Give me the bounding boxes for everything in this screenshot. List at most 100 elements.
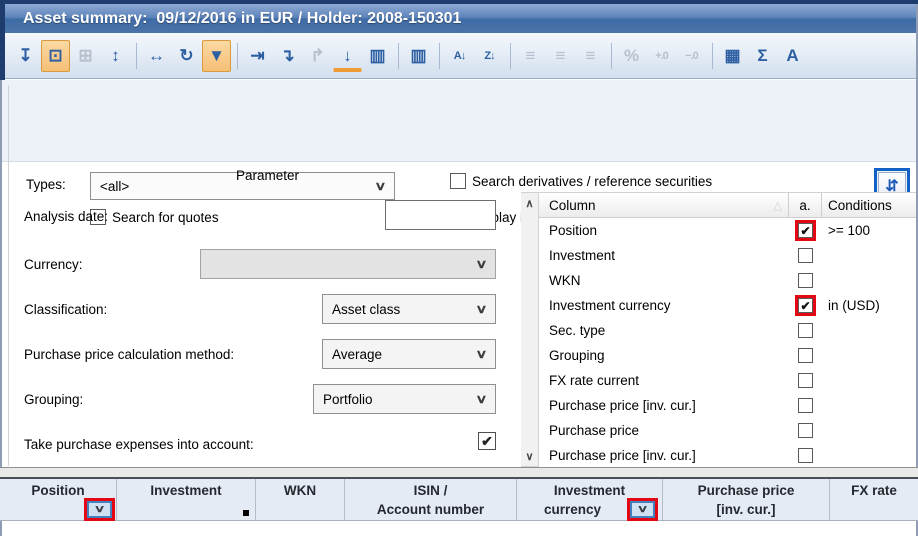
result-column-isin-account[interactable]: ISIN / Account number xyxy=(345,479,517,520)
column-condition[interactable]: in (USD) xyxy=(822,298,916,313)
sort-descending-icon[interactable]: Z↓ xyxy=(475,40,504,72)
toolbar-separator xyxy=(398,43,399,69)
asset-summary-window: Asset summary: 09/12/2016 in EUR / Holde… xyxy=(0,0,918,536)
grouping-value: Portfolio xyxy=(323,392,373,407)
position-filter-button[interactable]: ∨ xyxy=(87,501,112,518)
marker-column-icon[interactable]: ▥ xyxy=(404,40,433,72)
column-panel-scrollbar[interactable]: ∧ ∨ xyxy=(521,192,539,467)
column-row-grouping[interactable]: Grouping xyxy=(539,343,916,368)
align-middle-icon: ≡ xyxy=(546,40,575,72)
toolbar-separator xyxy=(136,43,137,69)
column-row-label[interactable]: Sec. type xyxy=(539,323,789,338)
column-row-position[interactable]: Position >= 100 xyxy=(539,218,916,243)
column-format-icon[interactable]: ▦ xyxy=(718,40,747,72)
column-row-investment-currency[interactable]: Investment currency in (USD) xyxy=(539,293,916,318)
refresh-icon[interactable]: ↻ xyxy=(172,40,201,72)
column-row-label[interactable]: Purchase price [inv. cur.] xyxy=(539,448,789,463)
search-derivatives-checkbox[interactable] xyxy=(450,173,466,189)
column-row-investment[interactable]: Investment xyxy=(539,243,916,268)
column-active-checkbox[interactable] xyxy=(798,373,813,388)
scroll-up-icon[interactable]: ∧ xyxy=(521,193,538,213)
analysis-date-input[interactable] xyxy=(385,200,496,230)
column-condition[interactable]: >= 100 xyxy=(822,223,916,238)
column-row-fx-rate-current[interactable]: FX rate current xyxy=(539,368,916,393)
column-row-purchase-price[interactable]: Purchase price xyxy=(539,418,916,443)
header-line1: ISIN / xyxy=(345,481,516,500)
column-row-sec-type[interactable]: Sec. type xyxy=(539,318,916,343)
filter-icon[interactable]: ▼ xyxy=(202,40,231,72)
column-row-label[interactable]: Purchase price [inv. cur.] xyxy=(539,398,789,413)
toolbar-separator xyxy=(510,43,511,69)
font-icon[interactable]: A xyxy=(778,40,807,72)
copy-structure-icon: ⊞ xyxy=(71,40,100,72)
column-row-label[interactable]: WKN xyxy=(539,273,789,288)
column-panel: Column △ a. Conditions Position >= 100 I… xyxy=(539,192,916,467)
column-row-label[interactable]: Grouping xyxy=(539,348,789,363)
purchase-method-label: Purchase price calculation method: xyxy=(24,347,234,362)
chart-columns-icon[interactable]: ▥ xyxy=(363,40,392,72)
column-row-wkn[interactable]: WKN xyxy=(539,268,916,293)
column-active-checkbox[interactable] xyxy=(798,273,813,288)
result-column-investment-currency[interactable]: Investment currency ∨ xyxy=(517,479,663,520)
result-column-investment[interactable]: Investment xyxy=(117,479,256,520)
sort-ascending-icon[interactable]: A↓ xyxy=(445,40,474,72)
column-active-checkbox[interactable] xyxy=(798,223,813,238)
result-column-fx-rate[interactable]: FX rate xyxy=(830,479,918,520)
column-active-checkbox[interactable] xyxy=(798,248,813,263)
purchase-method-dropdown[interactable]: Average ∨ xyxy=(322,339,496,369)
column-row-label[interactable]: Investment currency xyxy=(539,298,789,313)
export-report-icon[interactable]: ↧ xyxy=(11,40,40,72)
analysis-date-label: Analysis date: xyxy=(24,209,108,224)
groupbox-edge xyxy=(8,85,9,466)
column-active-checkbox[interactable] xyxy=(798,448,813,463)
percent-format-icon: % xyxy=(617,40,646,72)
conditions-header-cell[interactable]: Conditions xyxy=(822,193,916,217)
checkbox-wrap xyxy=(798,373,813,388)
drill-down-icon[interactable]: ↓ xyxy=(333,43,362,72)
column-header-cell[interactable]: Column △ xyxy=(539,193,789,217)
fit-width-icon[interactable]: ↔ xyxy=(142,40,171,72)
window-title: Asset summary: 09/12/2016 in EUR / Holde… xyxy=(23,10,461,28)
align-bottom-icon: ≡ xyxy=(576,40,605,72)
annotation-red-box: ∨ xyxy=(84,498,115,521)
column-active-checkbox[interactable] xyxy=(798,423,813,438)
column-row-label[interactable]: Investment xyxy=(539,248,789,263)
investment-currency-filter-button[interactable]: ∨ xyxy=(630,501,655,518)
grouping-dropdown[interactable]: Portfolio ∨ xyxy=(313,384,496,414)
insert-row-down-icon[interactable]: ↴ xyxy=(273,40,302,72)
result-column-position[interactable]: Position ∨ xyxy=(0,479,117,520)
column-row-label[interactable]: Position xyxy=(539,223,789,238)
classification-dropdown[interactable]: Asset class ∨ xyxy=(322,294,496,324)
active-header-cell[interactable]: a. xyxy=(789,193,822,217)
parameter-section-title: Parameter xyxy=(236,168,299,183)
column-active-checkbox[interactable] xyxy=(798,323,813,338)
chevron-down-icon: ∨ xyxy=(475,347,487,361)
column-row-purchase-price-inv-cur[interactable]: Purchase price [inv. cur.] xyxy=(539,393,916,418)
sum-icon[interactable]: Σ xyxy=(748,40,777,72)
scroll-down-icon[interactable]: ∨ xyxy=(521,446,538,466)
annotation-red-box: ∨ xyxy=(627,498,658,521)
sort-triangle-icon: △ xyxy=(774,199,782,212)
panel-divider xyxy=(0,467,918,477)
remove-decimal-icon: −.0 xyxy=(677,40,706,72)
search-derivatives-option: Search derivatives / reference securitie… xyxy=(450,173,712,189)
insert-column-right-icon[interactable]: ⇥ xyxy=(243,40,272,72)
checkbox-wrap xyxy=(798,323,813,338)
column-active-checkbox[interactable] xyxy=(798,348,813,363)
column-row-label[interactable]: Purchase price xyxy=(539,423,789,438)
column-active-checkbox[interactable] xyxy=(798,398,813,413)
column-row-purchase-price-inv-cur-2[interactable]: Purchase price [inv. cur.] xyxy=(539,443,916,468)
grouping-label: Grouping: xyxy=(24,392,83,407)
toolbar: ↧ ⊡ ⊞ ↕ ↔ ↻ ▼ ⇥ ↴ ↱ ↓ ▥ ▥ A↓ Z↓ ≡ ≡ ≡ % … xyxy=(5,33,916,79)
checkbox-wrap xyxy=(798,348,813,363)
result-column-purchase-price[interactable]: Purchase price [inv. cur.] xyxy=(663,479,830,520)
column-row-label[interactable]: FX rate current xyxy=(539,373,789,388)
toolbar-separator xyxy=(611,43,612,69)
result-column-wkn[interactable]: WKN xyxy=(256,479,345,520)
expenses-checkbox[interactable] xyxy=(478,432,496,450)
annotation-red-box xyxy=(795,220,816,241)
column-active-checkbox[interactable] xyxy=(798,298,813,313)
filter-section: Types: <all> ∨ Search for quotes Search … xyxy=(2,80,916,162)
fit-view-icon[interactable]: ⊡ xyxy=(41,40,70,72)
fit-height-icon[interactable]: ↕ xyxy=(101,40,130,72)
